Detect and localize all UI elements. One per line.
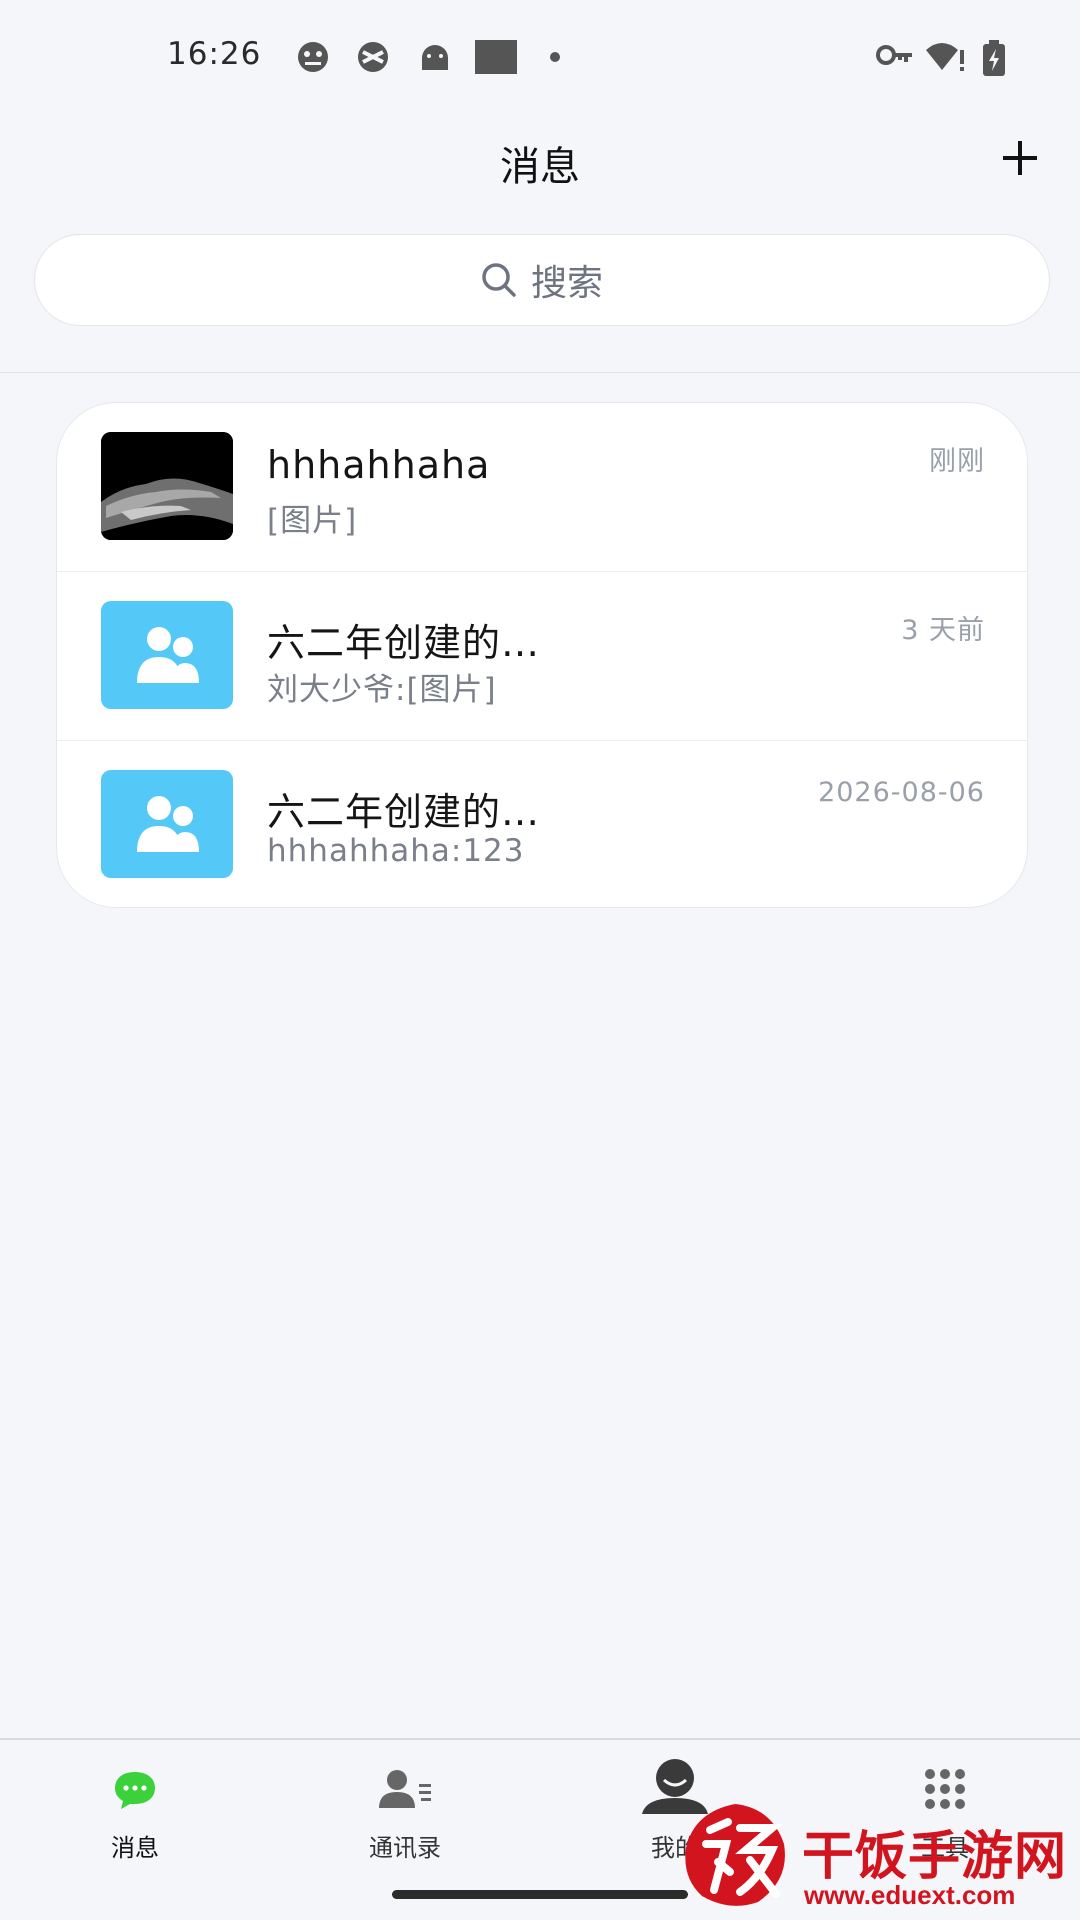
avatar — [101, 432, 233, 540]
group-icon — [137, 627, 199, 683]
chat-bubble-icon — [115, 1772, 155, 1809]
chat-name: 六二年创建的… — [267, 790, 541, 834]
status-bar: 16:26 — [0, 0, 1080, 110]
avatar — [101, 770, 233, 878]
chat-name: 六二年创建的… — [267, 621, 541, 665]
tab-label: 消息 — [111, 1834, 159, 1862]
chat-preview: [图片] — [267, 503, 358, 539]
header: 消息 — [0, 110, 1080, 210]
tab-contacts[interactable]: 通讯录 — [325, 1764, 485, 1863]
tab-messages[interactable]: 消息 — [55, 1764, 215, 1863]
chat-preview: 刘大少爷:[图片] — [267, 672, 497, 708]
watermark-logo-icon — [685, 1804, 785, 1906]
watermark: 干饭手游网 www.eduext.com — [680, 1800, 1080, 1920]
chat-list: hhhahhaha [图片] 刚刚 六二年创建的… 刘大少爷:[图片] 3 天前… — [56, 402, 1028, 908]
chat-time: 3 天前 — [901, 615, 985, 646]
home-indicator[interactable] — [392, 1890, 688, 1899]
watermark-text: 干饭手游网 — [802, 1828, 1068, 1886]
status-time: 16:26 — [167, 36, 262, 72]
vpn-shield-icon — [358, 42, 388, 72]
chat-time: 刚刚 — [929, 446, 985, 477]
key-icon — [876, 45, 912, 65]
battery-charging-icon — [983, 40, 1005, 76]
add-button[interactable] — [1000, 138, 1040, 178]
wifi-alert-icon — [926, 43, 964, 71]
chat-time: 2026-08-06 — [818, 777, 985, 808]
tab-label: 通讯录 — [369, 1834, 441, 1862]
chat-preview: hhhahhaha:123 — [267, 833, 525, 869]
search-placeholder: 搜索 — [530, 263, 603, 304]
avatar — [101, 601, 233, 709]
android-icon — [422, 45, 448, 70]
photo-thumbnail — [101, 432, 233, 540]
group-icon — [137, 796, 199, 852]
chat-item[interactable]: 六二年创建的… 刘大少爷:[图片] 3 天前 — [57, 571, 1027, 739]
page-title: 消息 — [500, 144, 580, 190]
dot-icon — [550, 52, 560, 62]
chat-item[interactable]: 六二年创建的… hhhahhaha:123 2026-08-06 — [57, 740, 1027, 907]
search-input[interactable]: 搜索 — [34, 234, 1050, 326]
notification-face-icon — [298, 42, 328, 72]
header-divider — [0, 372, 1080, 373]
chat-name: hhhahhaha — [267, 443, 491, 487]
search-icon — [482, 263, 516, 297]
chat-item[interactable]: hhhahhaha [图片] 刚刚 — [57, 403, 1027, 571]
square-icon — [475, 40, 517, 74]
contacts-icon — [379, 1770, 431, 1808]
watermark-url: www.eduext.com — [804, 1880, 1016, 1910]
